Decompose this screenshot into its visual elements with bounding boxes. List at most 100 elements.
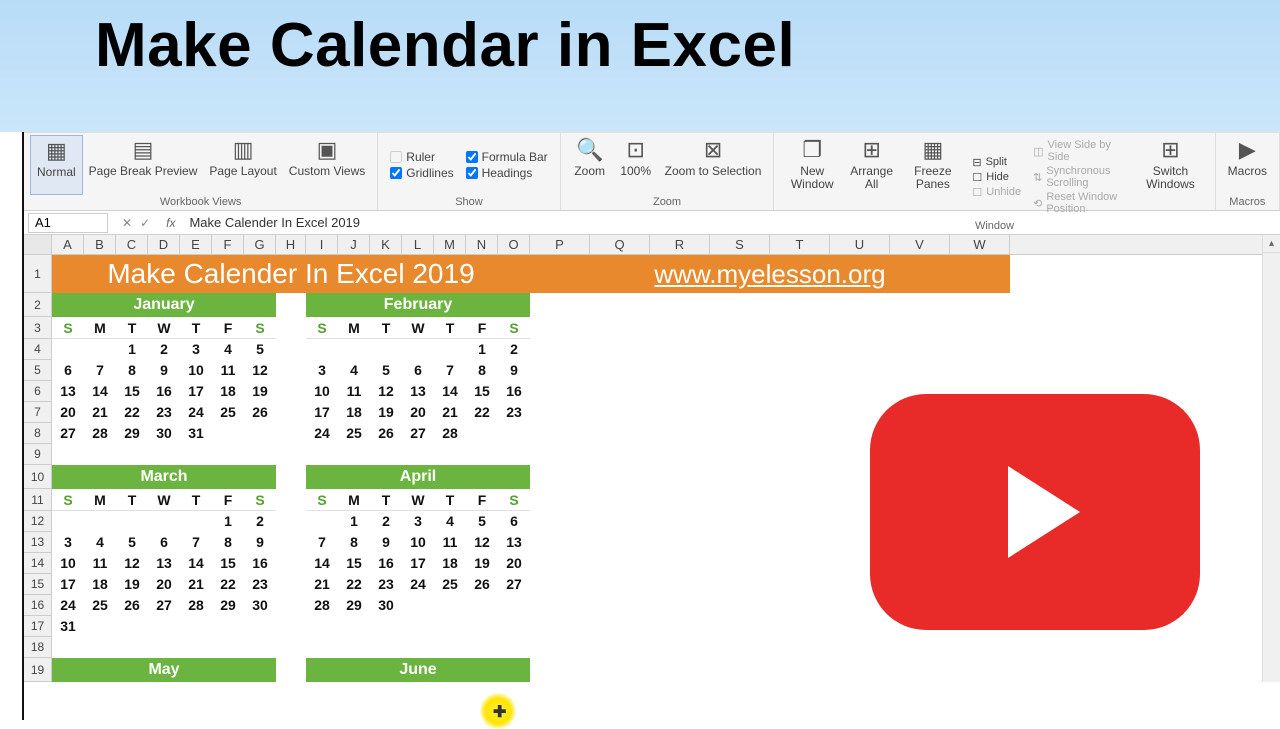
enter-icon[interactable]: ✓ xyxy=(140,216,150,230)
row-header[interactable]: 5 xyxy=(24,360,51,381)
ruler-checkbox[interactable]: Ruler xyxy=(390,150,453,164)
row-header[interactable]: 8 xyxy=(24,423,51,444)
month-april: AprilSMTWTFS1234567891011121314151617181… xyxy=(306,465,530,658)
custom-icon: ▣ xyxy=(317,137,338,163)
gridlines-checkbox[interactable]: Gridlines xyxy=(390,166,453,180)
name-box[interactable]: A1 xyxy=(28,213,108,233)
reset-icon: ⟲ xyxy=(1033,197,1042,210)
newwindow-button[interactable]: ❐New Window xyxy=(780,135,844,219)
title-banner: Make Calendar in Excel xyxy=(0,0,1280,132)
hide-button[interactable]: ☐Hide xyxy=(972,171,1021,184)
row-header[interactable]: 6 xyxy=(24,381,51,402)
ribbon-group-views: ▦Normal ▤Page Break Preview ▥Page Layout… xyxy=(24,133,378,210)
row-header[interactable]: 11 xyxy=(24,489,51,511)
month-june: June xyxy=(306,658,530,682)
col-header[interactable]: E xyxy=(180,235,212,254)
customviews-button[interactable]: ▣Custom Views xyxy=(283,135,371,195)
row-header[interactable]: 2 xyxy=(24,293,51,317)
col-header[interactable]: S xyxy=(710,235,770,254)
col-header[interactable]: H xyxy=(276,235,306,254)
banner-title: Make Calendar in Excel xyxy=(95,10,1240,81)
col-header[interactable]: F xyxy=(212,235,244,254)
formula-input[interactable]: Make Calender In Excel 2019 xyxy=(181,215,368,230)
col-header[interactable]: J xyxy=(338,235,370,254)
unhide-icon: ☐ xyxy=(972,186,982,199)
month-march: MarchSMTWTFS1234567891011121314151617181… xyxy=(52,465,276,658)
freeze-button[interactable]: ▦Freeze Panes xyxy=(899,135,966,219)
row-header[interactable]: 9 xyxy=(24,444,51,465)
fx-label[interactable]: fx xyxy=(160,216,181,230)
sidebyside-button[interactable]: ◫View Side by Side xyxy=(1033,139,1126,163)
macros-button[interactable]: ▶Macros xyxy=(1222,135,1273,195)
cursor-icon: ✚ xyxy=(493,702,506,722)
row-header[interactable]: 16 xyxy=(24,595,51,616)
pagebreak-button[interactable]: ▤Page Break Preview xyxy=(83,135,204,195)
side-icon: ◫ xyxy=(1033,145,1043,158)
row-header[interactable]: 15 xyxy=(24,574,51,595)
youtube-play-badge[interactable] xyxy=(870,394,1200,630)
headings-checkbox[interactable]: Headings xyxy=(466,166,548,180)
sync-icon: ⇅ xyxy=(1033,171,1042,184)
zoom-icon: 🔍 xyxy=(576,137,603,163)
col-header[interactable]: G xyxy=(244,235,276,254)
row-header[interactable]: 17 xyxy=(24,616,51,637)
formulabar-checkbox[interactable]: Formula Bar xyxy=(466,150,548,164)
zoomsel-button[interactable]: ⊠Zoom to Selection xyxy=(659,135,768,195)
col-header[interactable]: P xyxy=(530,235,590,254)
arrange-button[interactable]: ⊞Arrange All xyxy=(844,135,899,219)
col-header[interactable]: I xyxy=(306,235,338,254)
col-header[interactable]: N xyxy=(466,235,498,254)
row-header[interactable]: 18 xyxy=(24,637,51,658)
col-header[interactable]: O xyxy=(498,235,530,254)
col-header[interactable]: B xyxy=(84,235,116,254)
row-header[interactable]: 1 xyxy=(24,255,51,293)
col-header[interactable]: M xyxy=(434,235,466,254)
row-header[interactable]: 7 xyxy=(24,402,51,423)
col-header[interactable]: U xyxy=(830,235,890,254)
row-header[interactable]: 4 xyxy=(24,339,51,360)
col-header[interactable]: V xyxy=(890,235,950,254)
vertical-scrollbar[interactable]: ▴ xyxy=(1262,235,1280,682)
row-header[interactable]: 14 xyxy=(24,553,51,574)
col-header[interactable]: T xyxy=(770,235,830,254)
select-all-corner[interactable] xyxy=(24,235,52,254)
reset-button[interactable]: ⟲Reset Window Position xyxy=(1033,191,1126,215)
col-header[interactable]: L xyxy=(402,235,434,254)
sheet-title-url: www.myelesson.org xyxy=(530,255,1010,293)
sync-button[interactable]: ⇅Synchronous Scrolling xyxy=(1033,165,1126,189)
switch-icon: ⊞ xyxy=(1161,137,1179,163)
row-header[interactable]: 13 xyxy=(24,532,51,553)
grid-icon: ▦ xyxy=(46,138,67,164)
scroll-up-icon[interactable]: ▴ xyxy=(1263,235,1280,253)
pagelayout-button[interactable]: ▥Page Layout xyxy=(203,135,282,195)
row-header[interactable]: 12 xyxy=(24,511,51,532)
zoom-button[interactable]: 🔍Zoom xyxy=(567,135,613,195)
unhide-button[interactable]: ☐Unhide xyxy=(972,186,1021,199)
col-header[interactable]: C xyxy=(116,235,148,254)
sheet-title-row: Make Calender In Excel 2019www.myelesson… xyxy=(52,255,1010,293)
cells-area[interactable]: Make Calender In Excel 2019www.myelesson… xyxy=(52,255,1010,682)
pagelayout-icon: ▥ xyxy=(233,137,254,163)
normal-view-button[interactable]: ▦Normal xyxy=(30,135,83,195)
col-header[interactable]: Q xyxy=(590,235,650,254)
zoom100-icon: ⊡ xyxy=(626,137,644,163)
col-header[interactable]: A xyxy=(52,235,84,254)
month-january: JanuarySMTWTFS12345678910111213141516171… xyxy=(52,293,276,465)
macros-icon: ▶ xyxy=(1239,137,1256,163)
row-header[interactable]: 19 xyxy=(24,658,51,682)
switch-button[interactable]: ⊞Switch Windows xyxy=(1132,135,1208,219)
cancel-icon[interactable]: ✕ xyxy=(122,216,132,230)
row-headers: 12345678910111213141516171819 xyxy=(24,255,52,682)
col-header[interactable]: D xyxy=(148,235,180,254)
ribbon-group-macros: ▶Macros Macros xyxy=(1216,133,1280,210)
col-header[interactable]: R xyxy=(650,235,710,254)
ribbon-group-show: Ruler Gridlines Formula Bar Headings Sho… xyxy=(378,133,560,210)
ribbon: ▦Normal ▤Page Break Preview ▥Page Layout… xyxy=(24,133,1280,211)
row-header[interactable]: 3 xyxy=(24,317,51,339)
zoom100-button[interactable]: ⊡100% xyxy=(613,135,659,195)
play-icon xyxy=(1008,466,1080,558)
split-button[interactable]: ⊟Split xyxy=(972,156,1021,169)
row-header[interactable]: 10 xyxy=(24,465,51,489)
col-header[interactable]: W xyxy=(950,235,1010,254)
col-header[interactable]: K xyxy=(370,235,402,254)
